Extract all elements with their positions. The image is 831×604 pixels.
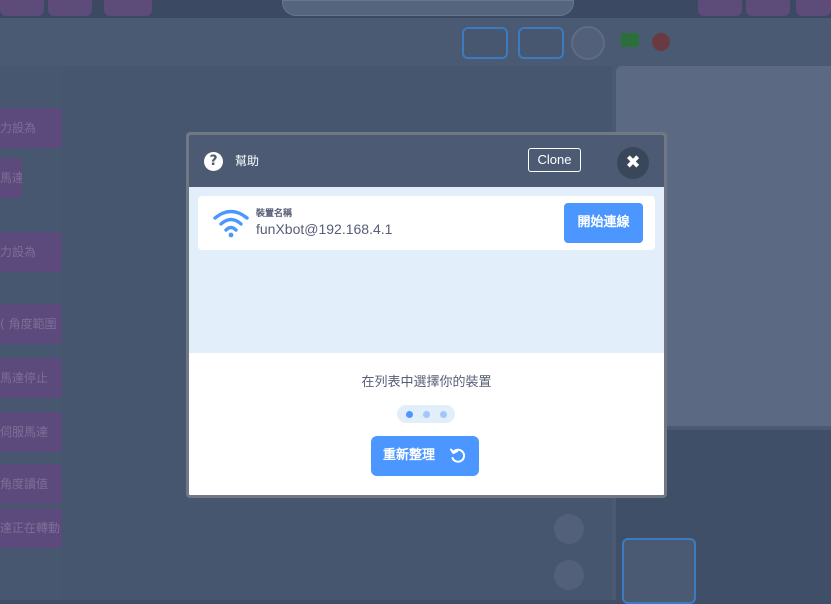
menu-block[interactable] (698, 0, 742, 16)
refresh-button[interactable]: 重新整理 (371, 436, 479, 476)
menu-block[interactable] (48, 0, 92, 16)
palette-block[interactable]: 力設為 (0, 108, 62, 148)
sprite-thumbnail[interactable] (622, 538, 696, 604)
redo-button[interactable] (518, 27, 564, 59)
help-label[interactable]: 幫助 (235, 152, 259, 171)
palette-block[interactable]: 伺服馬達 (0, 412, 62, 452)
palette-block[interactable]: 馬達 (0, 158, 22, 198)
menu-block[interactable] (746, 0, 790, 16)
clone-button[interactable]: Clone (528, 148, 581, 172)
green-flag-icon[interactable] (621, 33, 639, 47)
palette-block[interactable]: ( 角度範圍 (0, 304, 62, 344)
stop-icon[interactable] (652, 33, 670, 51)
palette-block[interactable]: 馬達停止 (0, 358, 62, 398)
undo-button[interactable] (462, 27, 508, 59)
menu-block[interactable] (0, 0, 44, 16)
project-title-field[interactable] (282, 0, 574, 16)
palette-block[interactable]: 角度讀值 (0, 464, 62, 504)
wifi-icon (213, 209, 249, 238)
palette-block[interactable]: 達正在轉動 (0, 508, 62, 548)
block-palette: 力設為 馬達 力設為 ( 角度範圍 馬達停止 伺服馬達 角度讀值 達正在轉動 (0, 66, 62, 600)
menu-block[interactable] (104, 0, 152, 16)
refresh-icon (450, 448, 466, 463)
help-circle-button[interactable] (571, 26, 605, 60)
refresh-label: 重新整理 (383, 448, 436, 463)
connection-modal: ? 幫助 Clone ✖ 裝置名稱 funXbot@192.168.4.1 開始… (186, 132, 667, 498)
scanning-dot (406, 411, 413, 418)
palette-block[interactable]: 力設為 (0, 232, 62, 272)
menu-bar (0, 0, 831, 18)
modal-header: ? 幫助 Clone ✖ (189, 135, 664, 187)
help-icon[interactable]: ? (204, 152, 223, 171)
device-name-label: 裝置名稱 (256, 209, 293, 219)
scanning-dot (440, 411, 447, 418)
zoom-out-button[interactable] (554, 560, 584, 590)
scanning-dot (423, 411, 430, 418)
instruction-text: 在列表中選擇你的裝置 (361, 375, 492, 390)
scanning-indicator (397, 405, 455, 423)
connect-button[interactable]: 開始連線 (564, 203, 643, 243)
device-list-item[interactable]: 裝置名稱 funXbot@192.168.4.1 開始連線 (198, 196, 655, 250)
close-icon: ✖ (625, 152, 641, 173)
device-list: 裝置名稱 funXbot@192.168.4.1 開始連線 (189, 187, 664, 353)
close-button[interactable]: ✖ (617, 147, 649, 179)
editor-tabs (0, 28, 160, 64)
device-name: funXbot@192.168.4.1 (256, 221, 393, 237)
menu-block[interactable] (796, 0, 831, 16)
zoom-in-button[interactable] (554, 514, 584, 544)
